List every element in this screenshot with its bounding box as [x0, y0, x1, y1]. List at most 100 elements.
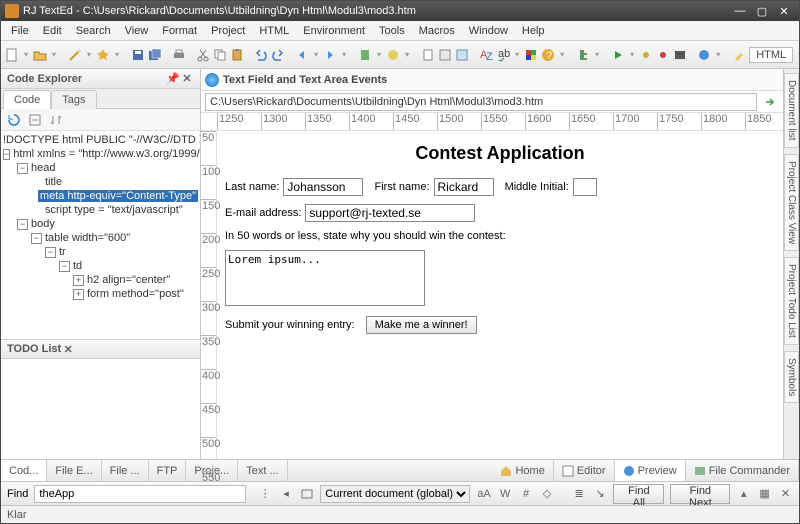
btab-file-explorer[interactable]: File E...	[47, 460, 101, 481]
menu-file[interactable]: File	[5, 23, 35, 39]
code-tree[interactable]: !DOCTYPE html PUBLIC "-//W3C//DTD XH −ht…	[1, 131, 200, 339]
find-up-icon[interactable]: ▴	[736, 485, 751, 503]
doc3-icon[interactable]	[455, 46, 469, 64]
back-icon[interactable]	[295, 46, 309, 64]
match-case-icon[interactable]: aA	[476, 485, 491, 503]
find-options-icon[interactable]: ⋮	[258, 485, 273, 503]
open-file-icon[interactable]	[33, 46, 47, 64]
menu-edit[interactable]: Edit	[37, 23, 68, 39]
bookmark-icon[interactable]	[358, 46, 372, 64]
save-icon[interactable]	[131, 46, 145, 64]
menu-view[interactable]: View	[119, 23, 155, 39]
new-file-icon[interactable]	[5, 46, 19, 64]
highlight-all-icon[interactable]: ◇	[540, 485, 555, 503]
tree-node[interactable]: −tr	[1, 245, 200, 259]
help-icon[interactable]: ?	[541, 46, 555, 64]
preview-pane[interactable]: Contest Application Last name: First nam…	[217, 131, 783, 459]
menu-window[interactable]: Window	[463, 23, 514, 39]
terminal-icon[interactable]	[673, 46, 687, 64]
menu-tools[interactable]: Tools	[373, 23, 411, 39]
browser-icon[interactable]	[697, 46, 711, 64]
menu-environment[interactable]: Environment	[297, 23, 371, 39]
refresh-icon[interactable]	[5, 111, 23, 129]
tree-node[interactable]: −html xmlns = "http://www.w3.org/1999/xh	[1, 147, 200, 161]
minimize-button[interactable]: —	[729, 4, 751, 18]
list-results-icon[interactable]: ≣	[572, 485, 587, 503]
menu-format[interactable]: Format	[156, 23, 203, 39]
menu-search[interactable]: Search	[70, 23, 117, 39]
forward-icon[interactable]	[323, 46, 337, 64]
sort-icon[interactable]: AZ	[479, 46, 493, 64]
find-next-button[interactable]: Find Next	[670, 484, 730, 504]
btab-file[interactable]: File ...	[102, 460, 149, 481]
menu-project[interactable]: Project	[205, 23, 251, 39]
ptab-file-commander[interactable]: File Commander	[686, 460, 799, 481]
essay-textarea[interactable]: Lorem ipsum...	[225, 250, 425, 306]
tree-node[interactable]: title	[1, 175, 200, 189]
goto-icon[interactable]: ↘	[592, 485, 607, 503]
tree-node[interactable]: script type = "text/javascript"	[1, 203, 200, 217]
favorite-icon[interactable]	[96, 46, 110, 64]
find-all-button[interactable]: Find All	[613, 484, 664, 504]
pin-icon[interactable]: 📌	[166, 72, 180, 86]
spellcheck-icon[interactable]: ab	[496, 46, 510, 64]
panel-close-icon[interactable]: ✕	[180, 72, 194, 86]
last-name-input[interactable]	[283, 178, 363, 196]
run-icon[interactable]	[611, 46, 625, 64]
path-input[interactable]	[205, 93, 757, 111]
vtab-symbols[interactable]: Symbols	[784, 351, 799, 403]
tree-node[interactable]: +form method="post"	[1, 287, 200, 301]
find-prev-icon[interactable]: ◂	[279, 485, 294, 503]
find-scope-select[interactable]: Current document (global)	[320, 485, 470, 503]
tree-node[interactable]: +h2 align="center"	[1, 273, 200, 287]
wand-icon[interactable]	[68, 46, 82, 64]
menu-macros[interactable]: Macros	[413, 23, 461, 39]
tab-code[interactable]: Code	[3, 90, 51, 109]
doc1-icon[interactable]	[421, 46, 435, 64]
pause-icon[interactable]	[639, 46, 653, 64]
ptab-editor[interactable]: Editor	[554, 460, 615, 481]
close-button[interactable]: ✕	[773, 4, 795, 18]
paste-icon[interactable]	[230, 46, 244, 64]
btab-ftp[interactable]: FTP	[149, 460, 187, 481]
todo-list[interactable]	[1, 359, 200, 459]
tree-node-selected[interactable]: meta http-equiv="Content-Type"	[1, 189, 200, 203]
email-input[interactable]	[305, 204, 475, 222]
undo-icon[interactable]	[254, 46, 268, 64]
tree-node[interactable]: !DOCTYPE html PUBLIC "-//W3C//DTD XH	[1, 133, 200, 147]
plugin-icon[interactable]	[576, 46, 590, 64]
regex-icon[interactable]: #	[519, 485, 534, 503]
go-icon[interactable]	[761, 93, 779, 111]
collapse-all-icon[interactable]	[26, 111, 44, 129]
ptab-home[interactable]: Home	[492, 460, 553, 481]
find-expand-icon[interactable]: ▦	[757, 485, 772, 503]
whole-word-icon[interactable]: W	[498, 485, 513, 503]
first-name-input[interactable]	[434, 178, 494, 196]
stop-icon[interactable]	[656, 46, 670, 64]
find-history-icon[interactable]	[299, 485, 314, 503]
btab-text[interactable]: Text ...	[238, 460, 287, 481]
print-icon[interactable]	[172, 46, 186, 64]
sort-tree-icon[interactable]	[47, 111, 65, 129]
copy-icon[interactable]	[213, 46, 227, 64]
tool-icon[interactable]	[386, 46, 400, 64]
syntax-select[interactable]: HTML	[749, 47, 793, 63]
menu-help[interactable]: Help	[516, 23, 551, 39]
find-close-icon[interactable]: ✕	[778, 485, 793, 503]
tree-node[interactable]: −table width="600"	[1, 231, 200, 245]
maximize-button[interactable]: ▢	[751, 4, 773, 18]
save-all-icon[interactable]	[148, 46, 162, 64]
menu-html[interactable]: HTML	[253, 23, 295, 39]
find-input[interactable]	[34, 485, 245, 503]
cut-icon[interactable]	[196, 46, 210, 64]
color-icon[interactable]	[524, 46, 538, 64]
ptab-preview[interactable]: Preview	[615, 460, 686, 481]
tree-node[interactable]: −td	[1, 259, 200, 273]
tree-node[interactable]: −body	[1, 217, 200, 231]
submit-button[interactable]: Make me a winner!	[366, 316, 477, 334]
highlight-icon[interactable]	[732, 46, 746, 64]
tree-node[interactable]: −head	[1, 161, 200, 175]
doc2-icon[interactable]	[438, 46, 452, 64]
vtab-todo[interactable]: Project Todo List	[784, 257, 799, 345]
tab-tags[interactable]: Tags	[51, 90, 96, 109]
